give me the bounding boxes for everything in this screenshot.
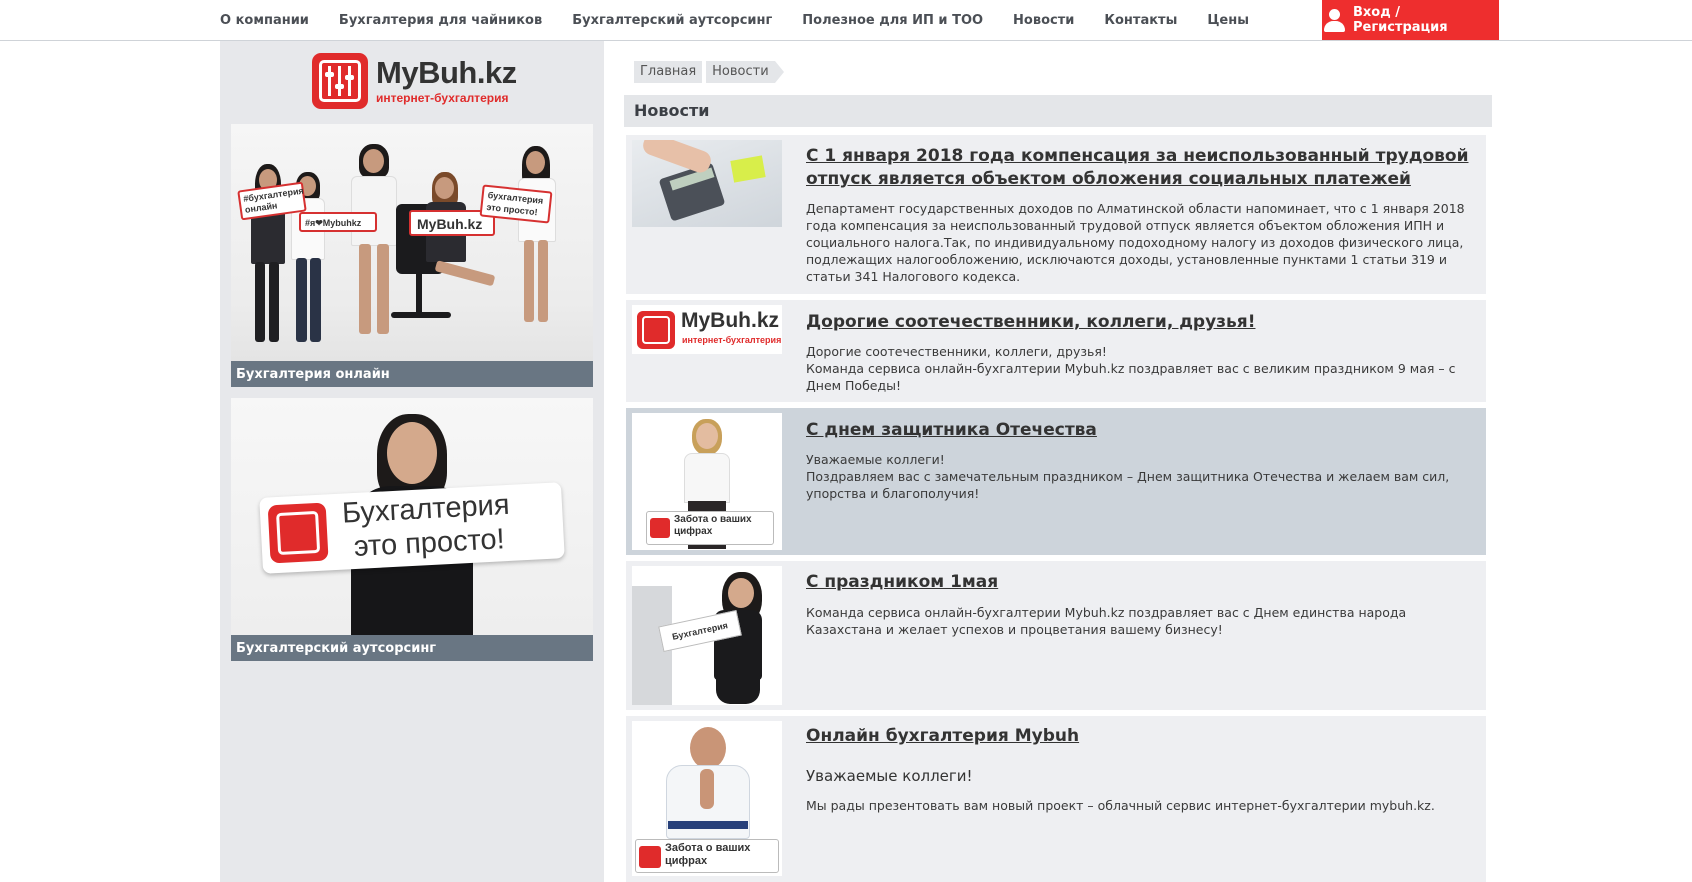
promo-team-image: #бухгалтерия онлайн #я❤Mybuhkz MyBuh.kz … [231, 124, 593, 361]
news-item: MyBuh.kz интернет-бухгалтерия Дорогие со… [626, 300, 1486, 402]
news-title[interactable]: С праздником 1мая [806, 571, 1476, 594]
news-thumb-tug[interactable]: Бухгалтерия [632, 566, 782, 705]
nav-contacts[interactable]: Контакты [1104, 13, 1177, 28]
promo-sign-love: #я❤Mybuhkz [299, 212, 377, 232]
thumb-sign: Забота о ваших цифрах [674, 514, 752, 537]
promo-caption: Бухгалтерия онлайн [231, 361, 593, 387]
news-text-greeting: Дорогие соотечественники, коллеги, друзь… [806, 344, 1107, 359]
news-item: С 1 января 2018 года компенсация за неис… [626, 135, 1486, 294]
thumb-logo-subtitle: интернет-бухгалтерия [682, 335, 782, 345]
news-text: Департамент государственных доходов по А… [806, 201, 1465, 284]
nav-useful[interactable]: Полезное для ИП и ТОО [802, 13, 983, 28]
news-lead: Уважаемые коллеги! [806, 767, 973, 785]
news-thumb-logo[interactable]: MyBuh.kz интернет-бухгалтерия [632, 305, 782, 354]
nav-news[interactable]: Новости [1013, 13, 1074, 28]
page-title: Новости [624, 95, 1492, 127]
user-icon [1322, 8, 1346, 32]
news-thumb-woman[interactable]: Забота о ваших цифрах [632, 413, 782, 550]
news-text: Мы рады презентовать вам новый проект – … [806, 798, 1435, 813]
abacus-logo-icon [312, 53, 368, 109]
nav-about[interactable]: О компании [220, 13, 309, 28]
news-title[interactable]: С 1 января 2018 года компенсация за неис… [806, 145, 1476, 191]
promo-online-accounting[interactable]: #бухгалтерия онлайн #я❤Mybuhkz MyBuh.kz … [231, 124, 593, 387]
thumb-sign: Забота о ваших цифрах [665, 842, 751, 867]
top-bar: О компании Бухгалтерия для чайников Бухг… [0, 0, 1692, 41]
news-text: Команда сервиса онлайн-бухгалтерии Mybuh… [806, 605, 1407, 637]
news-thumb-martial-artist[interactable]: Забота о ваших цифрах [632, 721, 782, 876]
promo-outsourcing[interactable]: Бухгалтерия это просто! Бухгалтерский ау… [231, 398, 593, 661]
breadcrumb: Главная Новости [634, 61, 784, 83]
news-item: Забота о ваших цифрах С днем защитника О… [626, 408, 1486, 555]
nav-prices[interactable]: Цены [1207, 13, 1249, 28]
breadcrumb-home[interactable]: Главная [634, 61, 703, 83]
login-label: Вход / Регистрация [1352, 5, 1448, 35]
news-title[interactable]: Онлайн бухгалтерия Mybuh [806, 725, 1476, 748]
site-logo[interactable]: MyBuh.kz интернет-бухгалтерия [312, 52, 517, 110]
logo-title: MyBuh.kz [376, 54, 517, 90]
news-item: Бухгалтерия С праздником 1мая Команда се… [626, 561, 1486, 710]
news-title[interactable]: С днем защитника Отечества [806, 419, 1476, 442]
news-text: Команда сервиса онлайн-бухгалтерии Mybuh… [806, 361, 1456, 393]
nav-outsourcing[interactable]: Бухгалтерский аутсорсинг [572, 13, 772, 28]
login-register-button[interactable]: Вход / Регистрация [1322, 0, 1499, 40]
news-text: Поздравляем вас с замечательным праздник… [806, 469, 1450, 501]
nav-accounting-for-dummies[interactable]: Бухгалтерия для чайников [339, 13, 542, 28]
news-title[interactable]: Дорогие соотечественники, коллеги, друзь… [806, 311, 1476, 334]
logo-subtitle: интернет-бухгалтерия [376, 90, 509, 105]
promo-sign-line2: это просто! [353, 523, 506, 564]
breadcrumb-current: Новости [706, 61, 784, 83]
news-thumb-calculator[interactable] [632, 140, 782, 227]
promo-woman-sign-image: Бухгалтерия это просто! [231, 398, 593, 635]
news-text-greeting: Уважаемые коллеги! [806, 452, 945, 467]
main-nav: О компании Бухгалтерия для чайников Бухг… [220, 0, 1279, 41]
promo-caption: Бухгалтерский аутсорсинг [231, 635, 593, 661]
thumb-logo-title: MyBuh.kz [681, 309, 780, 332]
news-item: Забота о ваших цифрах Онлайн бухгалтерия… [626, 716, 1486, 882]
